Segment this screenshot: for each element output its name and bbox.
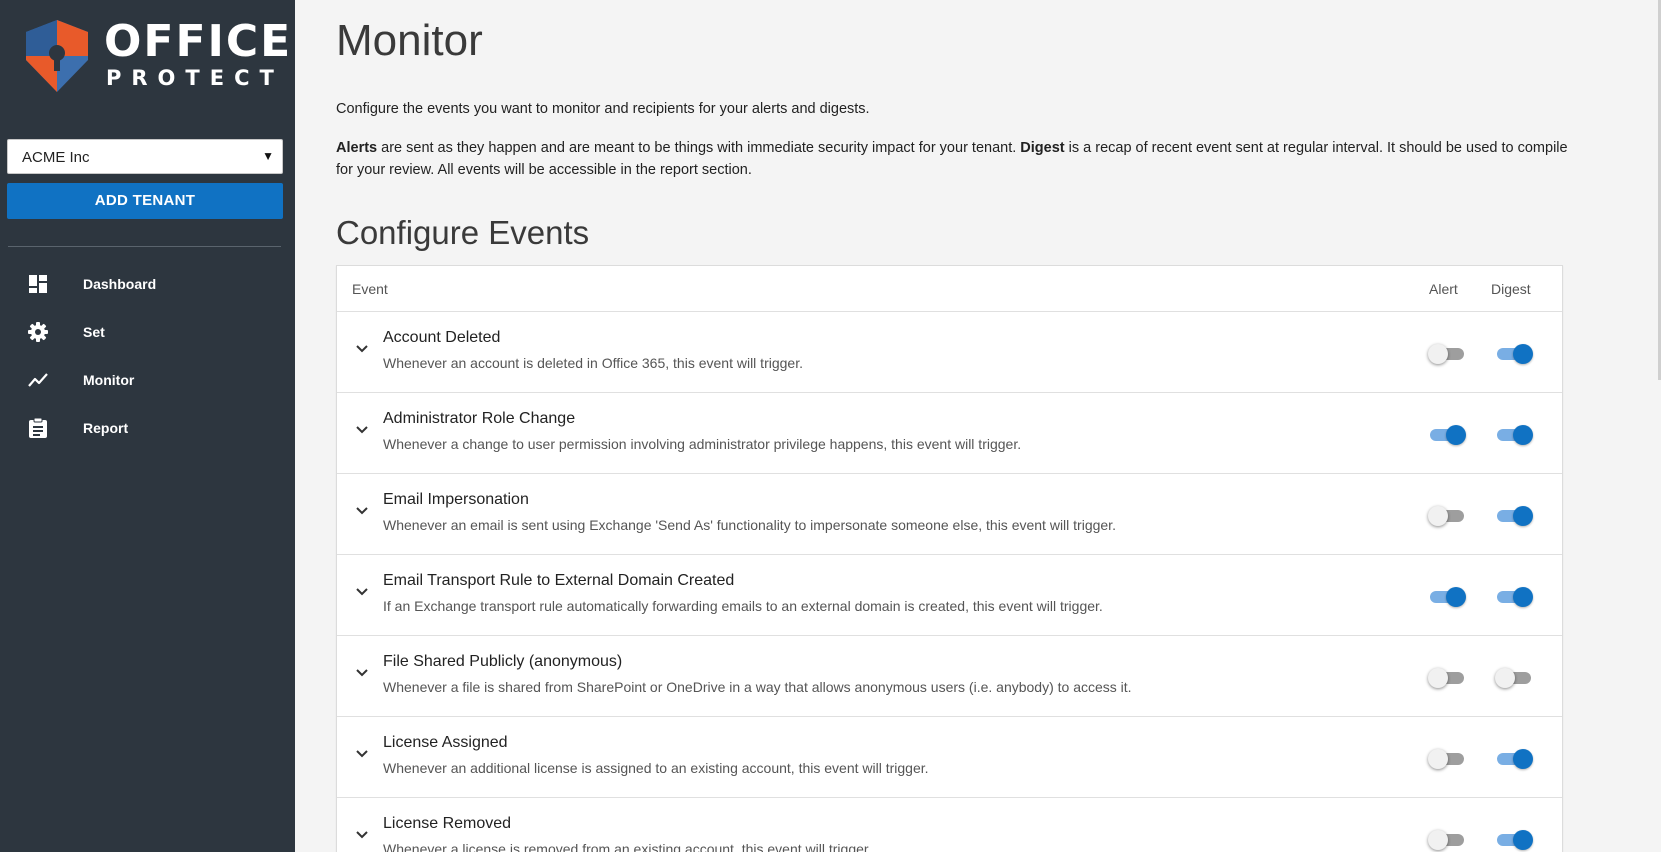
column-header-digest: Digest (1491, 281, 1531, 297)
alert-toggle[interactable] (1428, 505, 1466, 526)
page-description: Alerts are sent as they happen and are m… (336, 137, 1586, 181)
toggle-knob (1446, 587, 1466, 607)
shield-logo-icon (26, 20, 88, 92)
tenant-select-value: ACME Inc (22, 149, 90, 166)
sidebar-item-report[interactable]: Report (0, 406, 295, 450)
toggle-knob (1446, 425, 1466, 445)
table-row[interactable]: License Assigned Whenever an additional l… (337, 717, 1562, 798)
event-title: License Removed (383, 815, 512, 832)
sidebar-item-set[interactable]: Set (0, 310, 295, 354)
chevron-down-icon[interactable] (354, 745, 370, 761)
section-title: Configure Events (336, 214, 590, 251)
toggle-knob (1513, 749, 1533, 769)
office-protect-logo[interactable]: OFFICE PROTECT (26, 18, 290, 94)
event-title: File Shared Publicly (anonymous) (383, 653, 623, 670)
clipboard-icon (29, 417, 47, 438)
digest-toggle[interactable] (1495, 667, 1533, 688)
event-title: Account Deleted (383, 329, 501, 346)
digest-toggle[interactable] (1495, 343, 1533, 364)
table-header: Event Alert Digest (337, 266, 1562, 312)
alert-toggle[interactable] (1428, 829, 1466, 850)
toggle-knob (1513, 830, 1533, 850)
event-title: License Assigned (383, 734, 508, 751)
logo-text-office: OFFICE (104, 16, 293, 67)
sidebar-item-label: Set (83, 324, 105, 340)
toggle-knob (1513, 344, 1533, 364)
page-title: Monitor (336, 16, 483, 65)
gear-icon (28, 322, 48, 342)
chevron-down-icon[interactable] (354, 664, 370, 680)
sidebar-divider (8, 246, 281, 247)
event-title: Email Impersonation (383, 491, 529, 508)
alert-toggle[interactable] (1428, 586, 1466, 607)
table-row[interactable]: Administrator Role Change Whenever a chan… (337, 393, 1562, 474)
toggle-knob (1428, 749, 1448, 769)
column-header-alert: Alert (1429, 281, 1458, 297)
chevron-down-icon[interactable] (354, 583, 370, 599)
dropdown-arrow-icon: ▼ (262, 149, 274, 163)
main-content: Monitor Configure the events you want to… (295, 0, 1661, 852)
chevron-down-icon[interactable] (354, 340, 370, 356)
table-row[interactable]: File Shared Publicly (anonymous) Whenever… (337, 636, 1562, 717)
event-description: Whenever an account is deleted in Office… (383, 355, 803, 371)
column-header-event: Event (352, 281, 388, 297)
events-table: Event Alert Digest Account Deleted Whenev… (336, 265, 1563, 852)
alert-toggle[interactable] (1428, 424, 1466, 445)
toggle-knob (1513, 587, 1533, 607)
event-description: Whenever an additional license is assign… (383, 760, 929, 776)
event-description: Whenever a file is shared from SharePoin… (383, 679, 1132, 695)
digest-label: Digest (1020, 140, 1065, 156)
digest-toggle[interactable] (1495, 748, 1533, 769)
event-description: Whenever an email is sent using Exchange… (383, 517, 1116, 533)
sidebar-item-label: Report (83, 420, 129, 436)
sidebar-item-monitor[interactable]: Monitor (0, 358, 295, 402)
toggle-knob (1428, 506, 1448, 526)
digest-toggle[interactable] (1495, 424, 1533, 445)
event-description: Whenever a change to user permission inv… (383, 436, 1022, 452)
dashboard-icon (29, 275, 47, 293)
event-description: If an Exchange transport rule automatica… (383, 598, 1103, 614)
trend-line-icon (28, 373, 48, 387)
sidebar-item-label: Dashboard (83, 276, 157, 292)
alert-toggle[interactable] (1428, 748, 1466, 769)
chevron-down-icon[interactable] (354, 421, 370, 437)
toggle-knob (1428, 668, 1448, 688)
chevron-down-icon[interactable] (354, 502, 370, 518)
alerts-text: are sent as they happen and are meant to… (377, 140, 1021, 156)
table-row[interactable]: Account Deleted Whenever an account is de… (337, 312, 1562, 393)
toggle-knob (1513, 425, 1533, 445)
toggle-knob (1428, 830, 1448, 850)
alert-toggle[interactable] (1428, 343, 1466, 364)
table-row[interactable]: Email Transport Rule to External Domain … (337, 555, 1562, 636)
chevron-down-icon[interactable] (354, 826, 370, 842)
logo-text-protect: PROTECT (106, 66, 284, 90)
table-row[interactable]: Email Impersonation Whenever an email is … (337, 474, 1562, 555)
event-description: Whenever a license is removed from an ex… (383, 841, 872, 852)
tenant-select[interactable]: ACME Inc ▼ (7, 139, 283, 174)
sidebar-item-label: Monitor (83, 372, 135, 388)
toggle-knob (1495, 668, 1515, 688)
event-title: Administrator Role Change (383, 410, 576, 427)
sidebar: OFFICE PROTECT ACME Inc ▼ ADD TENANT Das… (0, 0, 295, 852)
digest-toggle[interactable] (1495, 829, 1533, 850)
alerts-label: Alerts (336, 140, 378, 156)
sidebar-item-dashboard[interactable]: Dashboard (0, 262, 295, 306)
add-tenant-button[interactable]: ADD TENANT (7, 183, 283, 219)
table-row[interactable]: License Removed Whenever a license is rem… (337, 798, 1562, 852)
digest-toggle[interactable] (1495, 586, 1533, 607)
digest-toggle[interactable] (1495, 505, 1533, 526)
page-intro: Configure the events you want to monitor… (336, 101, 870, 117)
alert-toggle[interactable] (1428, 667, 1466, 688)
toggle-knob (1428, 344, 1448, 364)
event-title: Email Transport Rule to External Domain … (383, 572, 735, 589)
toggle-knob (1513, 506, 1533, 526)
